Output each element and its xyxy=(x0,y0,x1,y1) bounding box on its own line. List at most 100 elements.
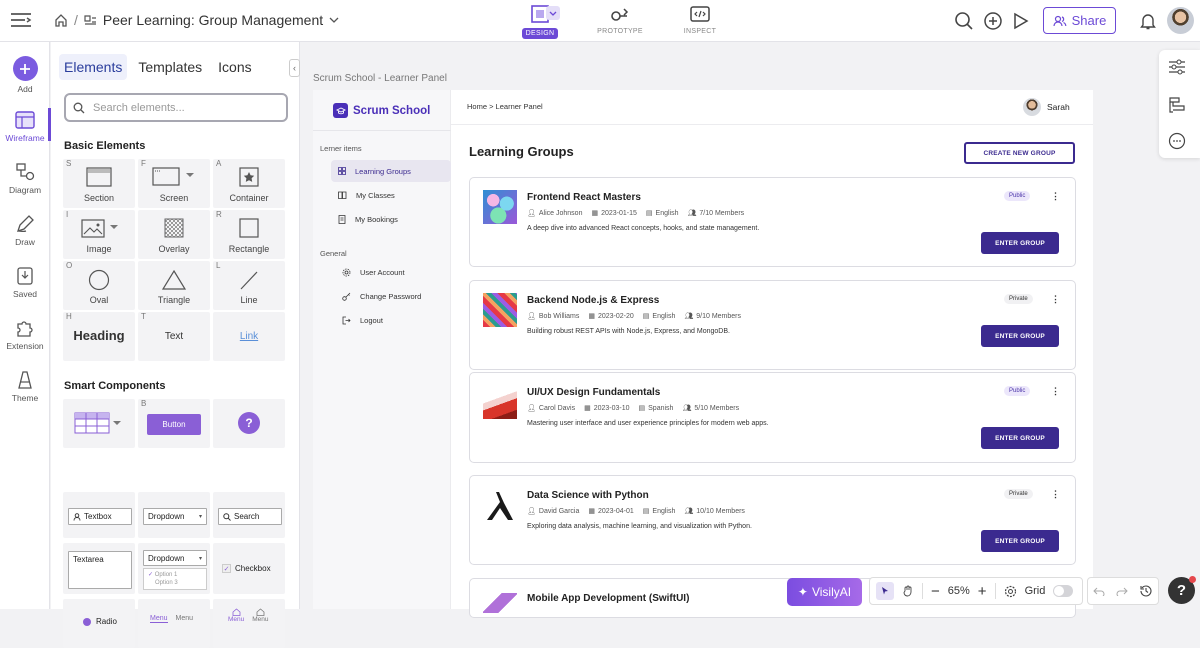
search-icon xyxy=(73,102,85,113)
redo-icon[interactable] xyxy=(1116,586,1128,596)
component-dropdown[interactable]: Dropdown ▾ xyxy=(138,492,210,538)
members-icon: 👥︎ xyxy=(684,508,694,515)
element-line[interactable]: L Line xyxy=(213,261,285,310)
theme-icon xyxy=(18,371,32,389)
mode-prototype[interactable]: PROTOTYPE xyxy=(580,3,660,39)
zoom-out-button[interactable]: − xyxy=(931,583,940,600)
tool-diagram[interactable]: Diagram xyxy=(0,162,50,195)
share-button[interactable]: Share xyxy=(1043,7,1116,34)
shortcut-key: B xyxy=(141,399,147,408)
nav-logout[interactable]: Logout xyxy=(335,309,455,331)
user-avatar[interactable] xyxy=(1167,7,1194,34)
element-text[interactable]: T Text xyxy=(138,312,210,361)
mode-dropdown[interactable] xyxy=(546,6,560,20)
mode-design[interactable]: DESIGN xyxy=(500,3,580,39)
component-radio[interactable]: Radio xyxy=(63,599,135,648)
grid-toggle[interactable] xyxy=(1053,585,1074,597)
tool-add[interactable]: Add xyxy=(0,56,50,94)
play-icon[interactable] xyxy=(1012,11,1030,31)
component-menu[interactable]: Menu Menu xyxy=(138,599,210,648)
hand-icon[interactable] xyxy=(902,585,914,597)
more-vertical-icon: ⋮ xyxy=(1051,294,1060,304)
element-label: Line xyxy=(240,295,258,305)
nav-label: Learning Groups xyxy=(355,166,411,176)
home-icon[interactable] xyxy=(54,13,68,27)
component-search[interactable]: Search xyxy=(213,492,285,538)
tool-saved[interactable]: Saved xyxy=(0,266,50,299)
tab-elements[interactable]: Elements xyxy=(59,54,128,80)
pointer-tool[interactable] xyxy=(876,582,894,600)
group-members: 10/10 Members xyxy=(696,507,745,515)
tab-icons[interactable]: Icons xyxy=(213,54,256,80)
language-icon: ▤ xyxy=(642,508,650,515)
button-preview: Button xyxy=(147,414,201,435)
group-members: 5/10 Members xyxy=(694,404,740,412)
tool-theme[interactable]: Theme xyxy=(0,370,50,403)
user-icon xyxy=(73,512,81,521)
element-link[interactable]: Link xyxy=(213,312,285,361)
component-checkbox[interactable]: ✓ Checkbox xyxy=(213,543,285,594)
component-textarea[interactable]: Textarea xyxy=(63,543,135,594)
add-circle-icon[interactable] xyxy=(983,11,1003,31)
tab-templates[interactable]: Templates xyxy=(133,54,207,80)
nav-my-bookings[interactable]: My Bookings xyxy=(331,208,451,230)
element-container[interactable]: A Container xyxy=(213,159,285,208)
zoom-in-button[interactable]: + xyxy=(978,583,987,600)
tool-extension[interactable]: Extension xyxy=(0,318,50,351)
nav-change-password[interactable]: Change Password xyxy=(335,285,455,307)
element-image[interactable]: I Image xyxy=(63,210,135,259)
nav-my-classes[interactable]: My Classes xyxy=(331,184,451,206)
avatar xyxy=(1023,98,1041,116)
component-dropdown-open[interactable]: Dropdown ▾ ✓ Option 1 Option 3 xyxy=(138,543,210,594)
component-icon-menu[interactable]: Menu Menu xyxy=(213,599,285,648)
app-sidebar: Scrum School Lerner items Learning Group… xyxy=(313,90,451,609)
search-elements-input[interactable]: Search elements... xyxy=(64,93,288,122)
history-icon[interactable] xyxy=(1139,584,1153,598)
collapse-panel-button[interactable]: ‹ xyxy=(289,59,300,77)
design-frame[interactable]: Scrum School Lerner items Learning Group… xyxy=(313,90,1093,618)
element-section[interactable]: S Section xyxy=(63,159,135,208)
sliders-icon[interactable] xyxy=(1168,59,1186,75)
element-triangle[interactable]: Triangle xyxy=(138,261,210,310)
graduation-cap-icon xyxy=(333,103,348,118)
menu-icon[interactable] xyxy=(10,11,32,29)
layers-icon[interactable] xyxy=(1168,96,1186,114)
bell-icon[interactable] xyxy=(1140,12,1156,30)
nav-learning-groups[interactable]: Learning Groups xyxy=(331,160,451,182)
book-icon xyxy=(338,191,347,199)
element-overlay[interactable]: Overlay xyxy=(138,210,210,259)
triangle-icon xyxy=(161,269,187,290)
project-title[interactable]: Peer Learning: Group Management xyxy=(103,12,323,28)
component-table[interactable] xyxy=(63,399,135,448)
element-heading[interactable]: H Heading xyxy=(63,312,135,361)
breadcrumb: / Peer Learning: Group Management xyxy=(54,12,339,28)
component-textbox[interactable]: Textbox xyxy=(63,492,135,538)
zoom-level[interactable]: 65% xyxy=(948,585,970,597)
element-rectangle[interactable]: R Rectangle xyxy=(213,210,285,259)
element-label: Triangle xyxy=(157,295,191,305)
puzzle-icon xyxy=(17,321,33,337)
component-help[interactable]: ? xyxy=(213,399,285,448)
nav-user-account[interactable]: User Account xyxy=(335,261,455,283)
nav-group-title: General xyxy=(320,249,347,258)
settings-icon[interactable] xyxy=(1004,585,1017,598)
element-oval[interactable]: O Oval xyxy=(63,261,135,310)
search-icon[interactable] xyxy=(954,11,974,31)
tool-draw[interactable]: Draw xyxy=(0,214,50,247)
tool-wireframe[interactable]: Wireframe xyxy=(0,110,50,143)
undo-icon[interactable] xyxy=(1093,586,1105,596)
frame-label[interactable]: Scrum School - Learner Panel xyxy=(313,73,447,84)
chevron-down-icon[interactable] xyxy=(329,16,339,24)
element-label: Overlay xyxy=(158,244,190,254)
sparkle-icon: ✦ xyxy=(797,584,808,599)
visily-ai-button[interactable]: ✦ VisilyAI xyxy=(787,577,862,606)
tool-wireframe-label: Wireframe xyxy=(5,133,45,143)
comment-icon[interactable] xyxy=(1168,132,1186,150)
group-author: David Garcia xyxy=(538,507,580,515)
notification-dot xyxy=(1189,576,1196,583)
mode-inspect[interactable]: INSPECT xyxy=(660,3,740,39)
element-screen[interactable]: F Screen xyxy=(138,159,210,208)
language-icon: ▤ xyxy=(638,405,646,412)
tool-extension-label: Extension xyxy=(6,341,44,351)
component-button[interactable]: B Button xyxy=(138,399,210,448)
